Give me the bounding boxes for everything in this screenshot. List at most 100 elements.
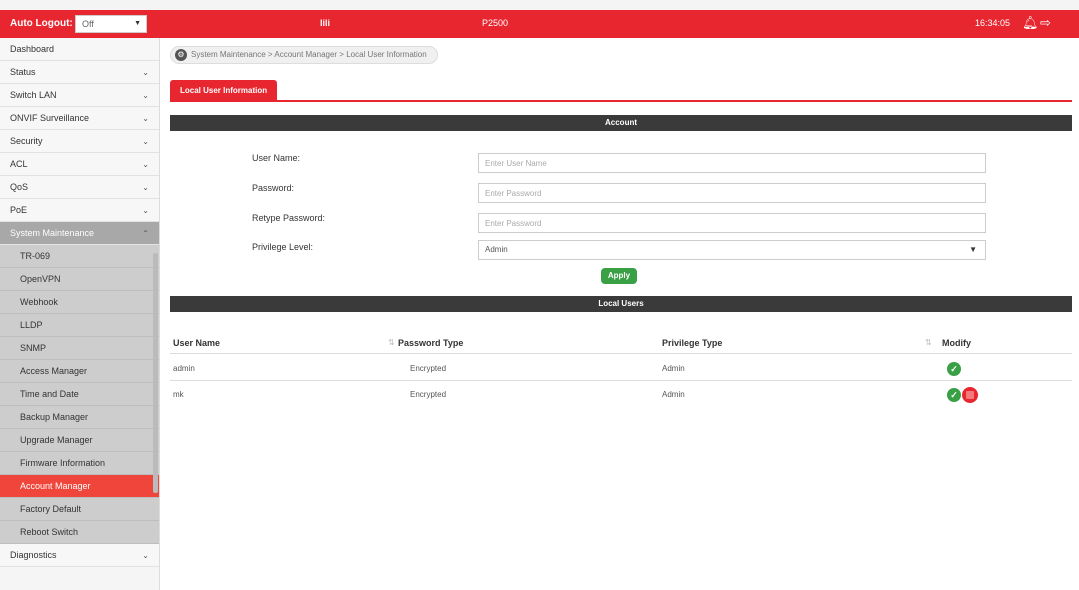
column-header-user-name[interactable]: User Name (173, 334, 220, 352)
auto-logout-label: Auto Logout: (10, 18, 73, 29)
sidebar-item-poe[interactable]: PoE ⌄ (0, 199, 159, 222)
bell-icon[interactable]: 🔔︎ (1022, 15, 1039, 31)
delete-icon[interactable] (962, 387, 978, 403)
sidebar-subitem-lldp[interactable]: LLDP (0, 314, 159, 337)
sidebar-item-status[interactable]: Status ⌄ (0, 61, 159, 84)
sidebar-item-label: Switch LAN (10, 90, 57, 100)
retype-password-input[interactable] (485, 214, 985, 232)
chevron-down-icon: ⌄ (142, 160, 149, 169)
sidebar-item-label: Reboot Switch (20, 527, 79, 537)
sidebar-item-label: Dashboard (10, 44, 55, 54)
tab-local-user-information[interactable]: Local User Information (170, 80, 278, 102)
sidebar-item-acl[interactable]: ACL ⌄ (0, 153, 159, 176)
local-users-section-header: Local Users (170, 296, 1072, 312)
table-divider (170, 380, 1072, 381)
password-label: Password: (252, 183, 295, 193)
tab-bar: Local User Information (170, 80, 1072, 102)
sidebar-subitem-tr069[interactable]: TR-069 (0, 245, 159, 268)
chevron-down-icon: ⌄ (142, 551, 149, 560)
sidebar-item-label: LLDP (20, 320, 43, 330)
column-header-privilege-type[interactable]: Privilege Type (662, 334, 722, 352)
sidebar-item-qos[interactable]: QoS ⌄ (0, 176, 159, 199)
password-input[interactable] (485, 184, 985, 202)
sidebar-subitem-reboot-switch[interactable]: Reboot Switch (0, 521, 159, 544)
sidebar-item-label: Time and Date (20, 389, 79, 399)
auto-logout-value: Off (82, 19, 94, 29)
table-divider (170, 353, 1072, 354)
chevron-down-icon: ▼ (969, 245, 977, 254)
chevron-down-icon: ⌄ (142, 68, 149, 77)
system-time: 16:34:05 (975, 18, 1011, 28)
sidebar-item-label: QoS (10, 182, 29, 192)
sidebar: Dashboard Status ⌄ Switch LAN ⌄ ONVIF Surv… (0, 38, 160, 590)
chevron-down-icon: ⌄ (142, 137, 149, 146)
sidebar-item-label: Access Manager (20, 366, 88, 376)
cell-privilege-type: Admin (662, 390, 685, 399)
apply-button[interactable]: Apply (601, 268, 637, 284)
gear-icon: ⚙ (175, 49, 187, 61)
chevron-down-icon: ⌄ (142, 206, 149, 215)
sidebar-item-label: Backup Manager (20, 412, 89, 422)
sidebar-item-system-maintenance[interactable]: System Maintenance ⌃ (0, 222, 159, 245)
top-bar: Auto Logout: Off ▼ lili P2500 16:34:05 🔔… (0, 10, 1079, 38)
sidebar-item-label: OpenVPN (20, 274, 61, 284)
sidebar-subitem-webhook[interactable]: Webhook (0, 291, 159, 314)
chevron-down-icon: ⌄ (142, 91, 149, 100)
password-field[interactable] (478, 183, 986, 203)
sidebar-item-label: System Maintenance (10, 228, 95, 238)
top-strip (0, 0, 1079, 10)
device-model: P2500 (482, 18, 509, 28)
cell-user-name: admin (173, 364, 195, 373)
sidebar-item-label: Status (10, 67, 36, 77)
sidebar-item-label: Firmware Information (20, 458, 106, 468)
sidebar-subitem-access-manager[interactable]: Access Manager (0, 360, 159, 383)
chevron-up-icon: ⌃ (142, 229, 149, 238)
breadcrumb: ⚙ System Maintenance > Account Manager >… (170, 46, 438, 64)
sort-icon[interactable]: ⇅ (925, 334, 932, 352)
sidebar-item-security[interactable]: Security ⌄ (0, 130, 159, 153)
breadcrumb-text: System Maintenance > Account Manager > L… (191, 50, 427, 59)
chevron-down-icon: ⌄ (142, 183, 149, 192)
sidebar-subitem-factory-default[interactable]: Factory Default (0, 498, 159, 521)
auto-logout-select[interactable]: Off ▼ (75, 15, 147, 33)
sidebar-item-switch-lan[interactable]: Switch LAN ⌄ (0, 84, 159, 107)
sidebar-item-label: Factory Default (20, 504, 82, 514)
user-name-input[interactable] (485, 154, 985, 172)
sidebar-subitem-firmware-info[interactable]: Firmware Information (0, 452, 159, 475)
sidebar-item-label: Security (10, 136, 43, 146)
sidebar-item-label: Upgrade Manager (20, 435, 93, 445)
privilege-level-select[interactable]: Admin ▼ (478, 240, 986, 260)
privilege-level-label: Privilege Level: (252, 242, 314, 252)
sort-icon[interactable]: ⇅ (388, 334, 395, 352)
sidebar-item-label: Diagnostics (10, 550, 57, 560)
sidebar-scrollbar[interactable] (153, 253, 158, 493)
cell-password-type: Encrypted (410, 390, 447, 399)
retype-password-field[interactable] (478, 213, 986, 233)
sidebar-item-diagnostics[interactable]: Diagnostics ⌄ (0, 544, 159, 567)
sidebar-subitem-backup-manager[interactable]: Backup Manager (0, 406, 159, 429)
check-icon[interactable]: ✓ (947, 388, 961, 402)
sidebar-item-onvif[interactable]: ONVIF Surveillance ⌄ (0, 107, 159, 130)
logout-icon[interactable]: ⇨ (1040, 15, 1051, 31)
sidebar-subitem-openvpn[interactable]: OpenVPN (0, 268, 159, 291)
sidebar-subitem-snmp[interactable]: SNMP (0, 337, 159, 360)
user-name-field[interactable] (478, 153, 986, 173)
column-header-password-type[interactable]: Password Type (398, 334, 463, 352)
sidebar-item-label: TR-069 (20, 251, 51, 261)
brand-logo: lili (320, 18, 331, 28)
account-section-header: Account (170, 115, 1072, 131)
chevron-down-icon: ⌄ (142, 114, 149, 123)
sidebar-item-dashboard[interactable]: Dashboard (0, 38, 159, 61)
chevron-down-icon: ▼ (134, 20, 141, 27)
cell-user-name: mk (173, 390, 184, 399)
user-name-label: User Name: (252, 153, 301, 163)
privilege-level-value: Admin (485, 245, 508, 254)
sidebar-item-label: ONVIF Surveillance (10, 113, 90, 123)
sidebar-item-label: ACL (10, 159, 28, 169)
sidebar-subitem-account-manager[interactable]: Account Manager (0, 475, 159, 498)
cell-password-type: Encrypted (410, 364, 447, 373)
sidebar-subitem-upgrade-manager[interactable]: Upgrade Manager (0, 429, 159, 452)
sidebar-subitem-time-date[interactable]: Time and Date (0, 383, 159, 406)
check-icon[interactable]: ✓ (947, 362, 961, 376)
sidebar-item-label: Account Manager (20, 481, 91, 491)
